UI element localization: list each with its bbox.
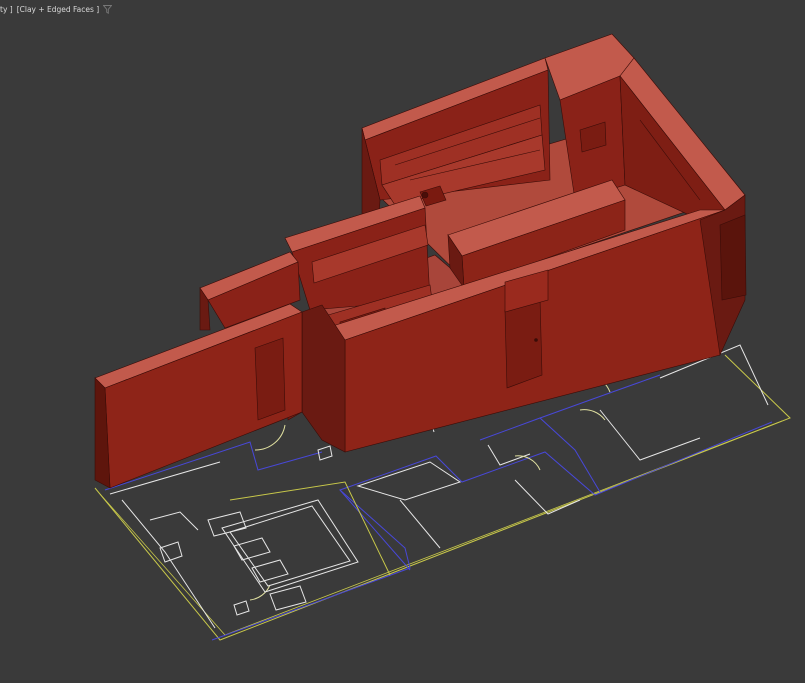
front-door [504, 297, 543, 389]
bed-plan [207, 499, 359, 611]
clay-apartment-model[interactable] [94, 33, 747, 489]
perspective-viewport[interactable]: ty ] [Clay + Edged Faces ] [0, 0, 805, 683]
scene-canvas[interactable] [0, 0, 805, 683]
